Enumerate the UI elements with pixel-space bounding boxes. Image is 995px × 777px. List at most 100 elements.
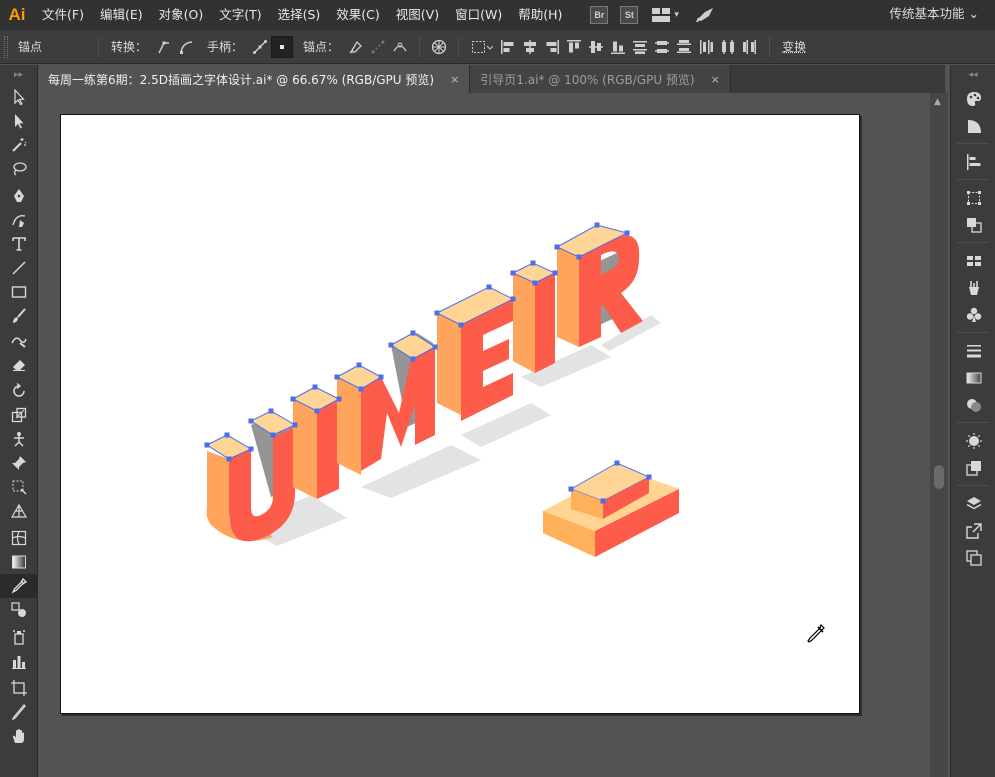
anchor-point[interactable]	[410, 330, 416, 336]
anchor-point[interactable]	[410, 356, 416, 362]
anchor-point[interactable]	[434, 310, 440, 316]
appearance-panel-icon[interactable]	[951, 427, 995, 454]
hand-tool-icon[interactable]	[0, 724, 38, 748]
perspective-grid-tool-icon[interactable]	[0, 499, 38, 523]
anchor-point[interactable]	[224, 432, 230, 438]
menu-file[interactable]: 文件(F)	[34, 0, 92, 30]
anchor-point[interactable]	[486, 284, 492, 290]
letter-i-2[interactable]	[511, 262, 557, 373]
swatches-panel-icon[interactable]	[951, 247, 995, 274]
symbol-sprayer-tool-icon[interactable]	[0, 625, 38, 649]
anchor-point[interactable]	[290, 396, 296, 402]
layers-panel-icon[interactable]	[951, 490, 995, 517]
mesh-tool-icon[interactable]	[0, 526, 38, 550]
connect-endpoints-icon[interactable]	[367, 36, 389, 58]
distribute-right-icon[interactable]	[739, 36, 761, 58]
menu-edit[interactable]: 编辑(E)	[92, 0, 151, 30]
anchor-point[interactable]	[378, 374, 384, 380]
anchor-point[interactable]	[530, 260, 536, 266]
transparency-panel-icon[interactable]	[951, 391, 995, 418]
type-tool-icon[interactable]	[0, 232, 38, 256]
distribute-horizontal-center-icon[interactable]	[717, 36, 739, 58]
align-horizontal-center-icon[interactable]	[519, 36, 541, 58]
anchor-point[interactable]	[576, 254, 582, 260]
cut-path-icon[interactable]	[389, 36, 411, 58]
anchor-point[interactable]	[270, 432, 276, 438]
anchor-point[interactable]	[312, 384, 318, 390]
anchor-point[interactable]	[532, 280, 538, 286]
anchor-point[interactable]	[624, 230, 630, 236]
anchor-point[interactable]	[356, 362, 362, 368]
distribute-bottom-icon[interactable]	[673, 36, 695, 58]
collapse-toolbar-icon[interactable]: ▸▸	[0, 65, 37, 85]
anchor-point[interactable]	[314, 408, 320, 414]
rotate-tool-icon[interactable]	[0, 379, 38, 403]
eraser-tool-icon[interactable]	[0, 352, 38, 376]
convert-to-smooth-icon[interactable]	[175, 36, 197, 58]
magic-wand-tool-icon[interactable]	[0, 133, 38, 157]
control-bar-grip[interactable]	[4, 35, 8, 58]
remove-anchor-icon[interactable]	[345, 36, 367, 58]
stroke-panel-icon[interactable]	[951, 337, 995, 364]
menu-view[interactable]: 视图(V)	[388, 0, 447, 30]
menu-window[interactable]: 窗口(W)	[447, 0, 510, 30]
eyedropper-tool-icon[interactable]	[0, 574, 38, 598]
close-icon[interactable]: ×	[711, 73, 720, 86]
align-right-icon[interactable]	[541, 36, 563, 58]
distribute-left-icon[interactable]	[695, 36, 717, 58]
distribute-vertical-center-icon[interactable]	[651, 36, 673, 58]
anchor-point[interactable]	[600, 498, 606, 504]
gradient-panel-icon[interactable]	[951, 364, 995, 391]
align-panel-icon[interactable]	[951, 148, 995, 175]
scroll-up-icon[interactable]: ▲	[934, 97, 941, 107]
pin-tool-icon[interactable]	[0, 451, 38, 475]
anchor-point[interactable]	[358, 386, 364, 392]
puppet-warp-tool-icon[interactable]	[0, 427, 38, 451]
anchor-point[interactable]	[614, 460, 620, 466]
gpu-performance-icon[interactable]	[695, 6, 715, 25]
asset-export-panel-icon[interactable]	[951, 517, 995, 544]
anchor-point[interactable]	[248, 418, 254, 424]
graphic-styles-panel-icon[interactable]	[951, 454, 995, 481]
anchor-point[interactable]	[552, 270, 558, 276]
artboard-tool-icon[interactable]	[0, 676, 38, 700]
anchor-point[interactable]	[204, 442, 210, 448]
color-panel-icon[interactable]	[951, 85, 995, 112]
tab-document-inactive[interactable]: 引导页1.ai* @ 100% (RGB/GPU 预览) ×	[470, 65, 731, 93]
anchor-point[interactable]	[594, 222, 600, 228]
anchor-point[interactable]	[646, 474, 652, 480]
align-to-selection-icon[interactable]	[467, 36, 497, 58]
letter-e[interactable]	[435, 286, 515, 421]
color-guide-panel-icon[interactable]	[951, 112, 995, 139]
blend-tool-icon[interactable]	[0, 598, 38, 622]
anchor-point[interactable]	[432, 344, 438, 350]
letter-u[interactable]	[205, 410, 297, 542]
menu-select[interactable]: 选择(S)	[270, 0, 329, 30]
menu-help[interactable]: 帮助(H)	[510, 0, 570, 30]
close-icon[interactable]: ×	[450, 73, 459, 86]
rectangle-tool-icon[interactable]	[0, 280, 38, 304]
align-top-icon[interactable]	[563, 36, 585, 58]
menu-object[interactable]: 对象(O)	[151, 0, 212, 30]
slice-tool-icon[interactable]	[0, 700, 38, 724]
lasso-tool-icon[interactable]	[0, 157, 38, 181]
anchor-point[interactable]	[388, 342, 394, 348]
shaper-tool-icon[interactable]	[0, 328, 38, 352]
scrollbar-thumb[interactable]	[934, 465, 944, 489]
anchor-point[interactable]	[458, 322, 464, 328]
pathfinder-panel-icon[interactable]	[951, 211, 995, 238]
line-segment-tool-icon[interactable]	[0, 256, 38, 280]
anchor-point[interactable]	[554, 244, 560, 250]
hide-handles-icon[interactable]	[271, 35, 294, 58]
anchor-point[interactable]	[336, 396, 342, 402]
anchor-point[interactable]	[268, 408, 274, 414]
menu-type[interactable]: 文字(T)	[211, 0, 269, 30]
anchor-point[interactable]	[292, 422, 298, 428]
column-graph-tool-icon[interactable]	[0, 649, 38, 673]
transform-panel-icon[interactable]	[951, 184, 995, 211]
gradient-tool-icon[interactable]	[0, 550, 38, 574]
curvature-tool-icon[interactable]	[0, 208, 38, 232]
anchor-point[interactable]	[510, 270, 516, 276]
arrange-documents-icon[interactable]: ▾	[652, 8, 679, 22]
convert-to-corner-icon[interactable]	[153, 36, 175, 58]
